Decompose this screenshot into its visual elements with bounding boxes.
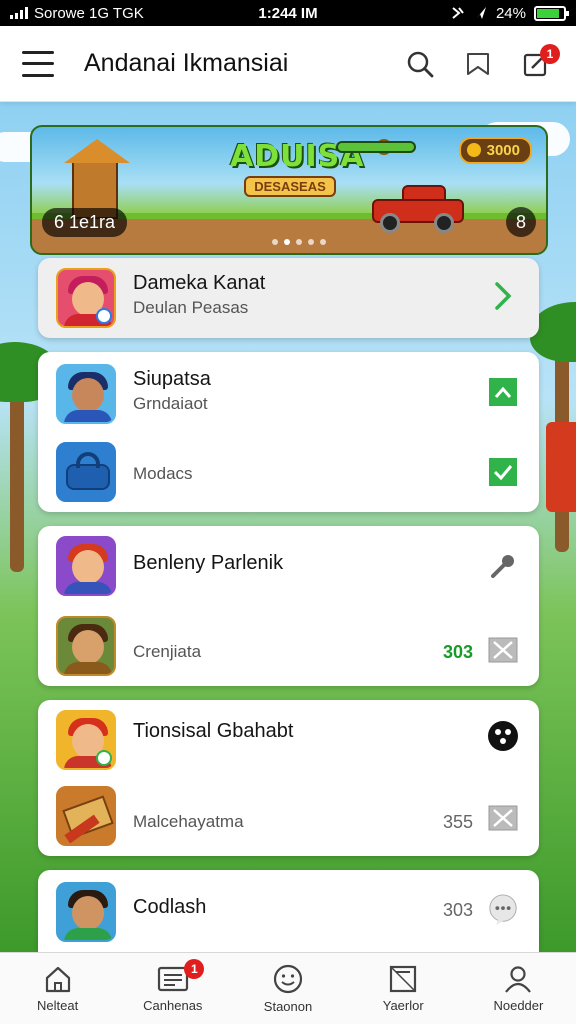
list-item[interactable]: Siupatsa Grndaiaot <box>38 352 539 432</box>
flag-button[interactable] <box>487 376 519 408</box>
record-icon <box>488 721 518 751</box>
carousel-dots[interactable] <box>272 239 326 245</box>
nav-badge: 1 <box>184 959 205 979</box>
avatar <box>56 268 116 328</box>
microphone-icon <box>491 555 514 578</box>
bookmark-button[interactable] <box>460 46 496 82</box>
battery-percent: 24% <box>495 4 526 22</box>
list-item-count: 303 <box>442 642 473 662</box>
list-item[interactable]: Tionsisal Gbahabt <box>38 700 539 778</box>
truck-illustration <box>372 185 464 233</box>
chat-button[interactable] <box>487 894 519 926</box>
notification-badge: 1 <box>540 43 560 64</box>
list-item-subtitle: Modacs <box>133 464 193 483</box>
list-item-title: Codlash <box>133 896 207 918</box>
app-header: Andanai Ikmansiai 1 <box>0 26 576 102</box>
chevron-right-icon <box>495 282 512 310</box>
list-item[interactable]: Modacs <box>38 432 539 512</box>
nav-label: Noedder <box>493 998 544 1013</box>
banner-level-pill: 6 1e1ra <box>42 208 128 237</box>
list-card: Tionsisal Gbahabt Malcehayatma 355 <box>38 700 539 856</box>
page-title: Andanai Ikmansiai <box>84 49 289 77</box>
nav-label: Yaerlor <box>382 998 424 1013</box>
game-logo: ADUISA DESASEAS <box>230 139 363 197</box>
nav-label: Canhenas <box>143 998 203 1013</box>
avatar <box>56 616 116 676</box>
avatar <box>56 364 116 424</box>
list-item-subtitle: Malcehayatma <box>133 812 244 831</box>
list-item[interactable]: Benleny Parlenik <box>38 526 539 606</box>
dismiss-button[interactable] <box>487 634 519 666</box>
nav-item-home[interactable]: Nelteat <box>0 953 115 1024</box>
profile-icon <box>505 966 532 993</box>
avatar <box>56 710 116 770</box>
bookmark-icon <box>467 52 489 75</box>
close-box-icon <box>488 637 518 663</box>
dismiss-button[interactable] <box>487 802 519 834</box>
flag-icon <box>489 378 517 406</box>
list-item-title: Siupatsa <box>133 368 211 390</box>
avatar <box>56 442 116 502</box>
list-item-title: Tionsisal Gbahabt <box>133 720 294 742</box>
search-button[interactable] <box>402 46 438 82</box>
nav-item-staonon[interactable]: Staonon <box>230 953 345 1024</box>
search-icon <box>407 51 434 77</box>
list-item[interactable]: Crenjiata 303 <box>38 606 539 686</box>
list-item[interactable]: Codlash 303 <box>38 870 539 952</box>
list-item-count: 355 <box>442 812 473 832</box>
bottom-nav: Nelteat 1 Canhenas Staonon Yaerlor Noedd… <box>0 952 576 1024</box>
banner-counter-pill: 8 <box>506 207 536 237</box>
list-item[interactable]: Dameka Kanat Deulan Peasas <box>38 258 539 338</box>
check-icon <box>489 458 517 486</box>
nav-label: Nelteat <box>37 998 79 1013</box>
home-icon <box>45 966 70 993</box>
list-card: Codlash 303 <box>38 870 539 952</box>
smile-icon <box>273 964 303 994</box>
notifications-button[interactable]: 1 <box>518 43 560 82</box>
list-item-subtitle: Crenjiata <box>133 642 202 661</box>
energy-bar <box>336 141 416 153</box>
close-box-icon <box>488 805 518 831</box>
list-item-title: Dameka Kanat <box>133 272 266 294</box>
status-bar: Sorowe 1G TGK 1:244 IM 24% <box>0 0 576 26</box>
nav-item-inbox[interactable]: 1 Canhenas <box>115 953 230 1024</box>
record-button[interactable] <box>487 720 519 752</box>
location-icon <box>475 7 486 19</box>
nav-item-yaerlor[interactable]: Yaerlor <box>346 953 461 1024</box>
game-banner[interactable]: ADUISA DESASEAS 3000 6 1e1ra 8 <box>30 125 548 255</box>
coin-score: 3000 <box>458 137 532 164</box>
nav-label: Staonon <box>263 999 313 1014</box>
battery-icon <box>534 5 569 21</box>
list-item-subtitle: Grndaiaot <box>133 394 208 413</box>
list-item-title: Benleny Parlenik <box>133 552 284 574</box>
chat-icon <box>489 894 517 926</box>
avatar <box>56 786 116 846</box>
nfc-icon <box>452 7 464 19</box>
avatar <box>56 882 116 942</box>
list-card: Benleny Parlenik Crenjiata 303 <box>38 526 539 686</box>
avatar <box>56 536 116 596</box>
carrier-label: Sorowe 1G TGK <box>34 4 144 22</box>
list-item[interactable]: Malcehayatma 355 <box>38 778 539 856</box>
battery-level <box>537 8 560 18</box>
signal-icon <box>10 7 28 19</box>
voice-button[interactable] <box>487 550 519 582</box>
check-button[interactable] <box>487 456 519 488</box>
nav-item-profile[interactable]: Noedder <box>461 953 576 1024</box>
open-button[interactable] <box>487 280 519 312</box>
list-item-count: 303 <box>442 900 473 920</box>
list-card: Siupatsa Grndaiaot Modacs <box>38 352 539 512</box>
menu-icon[interactable] <box>22 50 54 77</box>
image-icon <box>390 965 417 993</box>
list-item-subtitle: Deulan Peasas <box>133 298 249 317</box>
list-card: Dameka Kanat Deulan Peasas <box>38 258 539 338</box>
